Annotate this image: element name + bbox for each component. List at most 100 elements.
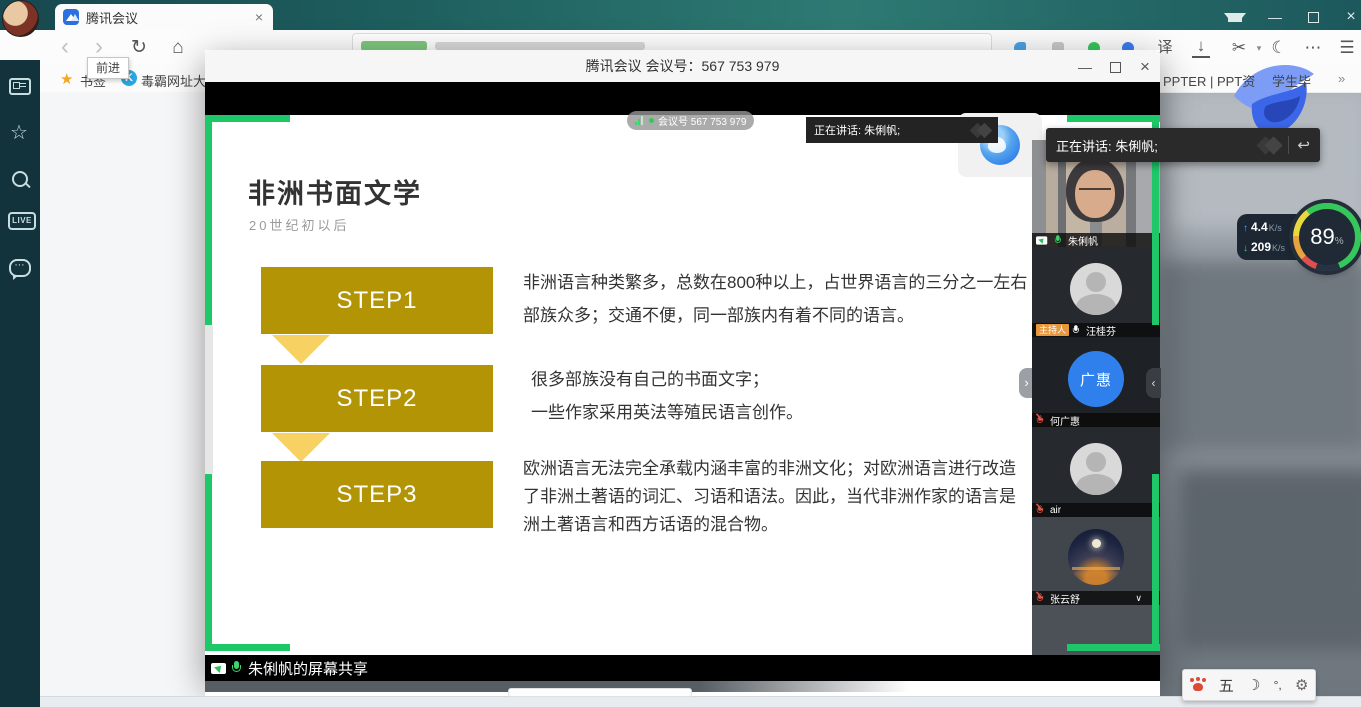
- ime-toolbar[interactable]: 五 ☽ °, ⚙: [1182, 669, 1316, 701]
- refresh-icon[interactable]: ↻: [126, 36, 152, 60]
- divider: [1288, 136, 1289, 154]
- speaking-text: 正在讲话: 朱俐帆;: [814, 122, 972, 138]
- bookmark-star-icon[interactable]: ★: [60, 70, 73, 88]
- browser-restore-button[interactable]: [1302, 8, 1324, 26]
- ime-settings-gear-icon[interactable]: ⚙: [1295, 676, 1308, 694]
- url-placeholder: [435, 42, 645, 50]
- tab-close-icon[interactable]: ×: [253, 9, 265, 25]
- bookmark-site-student[interactable]: 学生毕: [1272, 71, 1312, 90]
- horizontal-scrollbar[interactable]: [508, 688, 692, 697]
- upload-speed: 4.4: [1251, 218, 1268, 237]
- ime-moon-icon[interactable]: ☽: [1247, 676, 1260, 694]
- meeting-minimize-button[interactable]: —: [1072, 57, 1098, 77]
- upload-arrow-icon: ↑: [1243, 219, 1248, 238]
- browser-skin-button[interactable]: [1224, 8, 1246, 26]
- ime-logo-paw-icon[interactable]: [1190, 678, 1206, 692]
- slide-paragraph-line: 非洲语言种类繁多，总数在800种以上，占世界语言的三分之一左右: [523, 268, 1032, 293]
- share-frame: [1152, 474, 1159, 651]
- menu-icon[interactable]: ☰: [1334, 36, 1360, 60]
- ime-punctuation-toggle[interactable]: °,: [1274, 678, 1282, 692]
- download-speed: 209: [1251, 238, 1271, 257]
- participant-name: 何广惠: [1050, 413, 1080, 428]
- speaking-banner-outer[interactable]: 正在讲话: 朱俐帆; ↩: [1046, 128, 1320, 162]
- mic-on-icon: [1072, 325, 1080, 336]
- back-icon[interactable]: ‹: [52, 36, 78, 58]
- performance-gauge[interactable]: 89 %: [1293, 203, 1361, 271]
- avatar-placeholder-icon: [1070, 263, 1122, 315]
- meeting-id-text: 会议号 567 753 979: [658, 113, 746, 128]
- photo-avatar: [1068, 529, 1124, 585]
- reply-arrow-icon[interactable]: ↩: [1297, 136, 1310, 154]
- download-arrow-icon: ↓: [1243, 239, 1248, 258]
- news-feed-icon[interactable]: [8, 75, 32, 99]
- share-frame: [205, 644, 290, 651]
- meeting-id-pill[interactable]: 会议号 567 753 979: [627, 111, 754, 130]
- background-photo-block: [1180, 470, 1361, 650]
- bottom-scroll-area: [40, 696, 1361, 707]
- browser-sidebar: [0, 60, 40, 707]
- bookmark-site-duba[interactable]: 毒霸网址大: [141, 71, 205, 90]
- mic-on-icon: [231, 661, 242, 676]
- share-frame: [1067, 644, 1160, 651]
- bookmark-site-ppter[interactable]: PPTER | PPT资: [1163, 71, 1255, 90]
- slide-paragraph-line: 很多部族没有自己的书面文字；: [531, 365, 1040, 390]
- slide-title: 非洲书面文学: [248, 172, 422, 211]
- slide-paragraph-line: 了非洲土著语的词汇、习语和语法。因此，当代非洲作家的语言是: [523, 482, 1032, 507]
- down-arrow-icon: [272, 433, 330, 462]
- slide-paragraph-line: 部族众多；交通不便，同一部族内有着不同的语言。: [523, 301, 1032, 326]
- bookmarks-overflow-icon[interactable]: »: [1338, 71, 1345, 86]
- browser-minimize-button[interactable]: —: [1264, 8, 1286, 26]
- slide-subtitle: 20世纪初以后: [249, 215, 349, 234]
- gauge-unit: %: [1335, 236, 1344, 247]
- page-background: [40, 92, 205, 707]
- mic-muted-icon: [1036, 415, 1044, 426]
- status-dot-icon: [649, 118, 654, 123]
- chat-icon[interactable]: ⋯: [8, 256, 32, 280]
- ime-wubi-mode[interactable]: 五: [1219, 675, 1234, 696]
- speed-unit: K/s: [1272, 239, 1285, 258]
- scroll-down-icon[interactable]: ∨: [1135, 593, 1142, 604]
- step3-box: STEP3: [261, 461, 493, 528]
- home-icon[interactable]: ⌂: [165, 36, 191, 60]
- participant-name: 张云舒: [1050, 591, 1132, 606]
- meeting-close-button[interactable]: ×: [1132, 57, 1158, 77]
- participant-tile[interactable]: 张云舒 ∨: [1032, 517, 1160, 605]
- user-avatar[interactable]: [2, 0, 39, 37]
- meeting-maximize-button[interactable]: [1102, 57, 1128, 77]
- speed-unit: K/s: [1269, 219, 1282, 238]
- favorites-star-icon[interactable]: ☆: [7, 120, 31, 144]
- slide-paragraph-line: 一些作家采用英法等殖民语言创作。: [531, 398, 1040, 423]
- participant-name: air: [1050, 505, 1061, 516]
- restore-icon: [1308, 12, 1319, 23]
- slide-paragraph-line: 洲土著语言和西方话语的混合物。: [523, 510, 1032, 535]
- shirt-icon: [1228, 13, 1242, 22]
- meeting-window-title: 腾讯会议 会议号：567 753 979: [205, 50, 1160, 82]
- down-arrow-icon: [272, 335, 330, 364]
- screen: 腾讯会议 × — × ‹ › ↻ ⌂ 译 ↓ ✂ ▾ ☾ ⋯ ☰ ★ 书签 K …: [0, 0, 1361, 707]
- sidebar-search-icon[interactable]: [8, 168, 32, 192]
- initials-avatar: 广惠: [1068, 351, 1124, 407]
- maximize-icon: [1110, 62, 1121, 73]
- browser-close-button[interactable]: ×: [1340, 8, 1361, 26]
- participant-tile[interactable]: air: [1032, 427, 1160, 517]
- participant-tile[interactable]: 主持人 汪桂芬: [1032, 247, 1160, 337]
- share-frame: [205, 474, 212, 651]
- download-icon[interactable]: ↓: [1192, 38, 1210, 58]
- signal-icon: [635, 116, 645, 125]
- browser-tab[interactable]: 腾讯会议 ×: [55, 4, 273, 30]
- collapse-panel-icon[interactable]: ‹: [1146, 368, 1161, 398]
- forward-icon[interactable]: ›: [86, 36, 112, 58]
- background-photo-block: [1160, 260, 1361, 450]
- share-frame: [1067, 115, 1160, 122]
- meeting-tab-icon: [63, 9, 79, 25]
- screen-share-icon: [211, 663, 226, 674]
- share-footer-text: 朱俐帆的屏幕共享: [248, 658, 368, 679]
- avatar-placeholder-icon: [1070, 443, 1122, 495]
- screen-share-icon: [1036, 236, 1047, 244]
- meeting-titlebar[interactable]: 腾讯会议 会议号：567 753 979: [205, 50, 1160, 82]
- live-icon[interactable]: LIVE: [8, 212, 32, 236]
- participant-tile[interactable]: 广惠 何广惠: [1032, 337, 1160, 427]
- share-frame: [205, 115, 290, 122]
- speaking-text: 正在讲话: 朱俐帆;: [1056, 136, 1259, 155]
- tab-title: 腾讯会议: [86, 8, 253, 27]
